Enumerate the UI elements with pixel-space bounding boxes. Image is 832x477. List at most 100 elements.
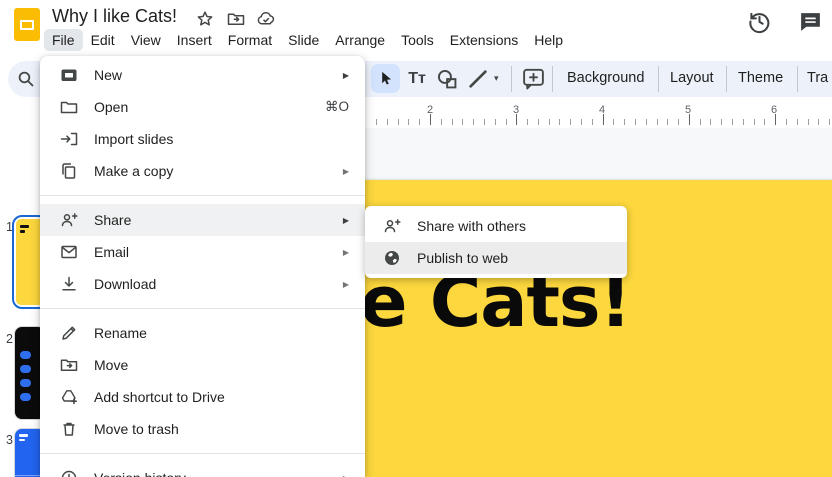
- ruler-tick: [667, 119, 668, 125]
- transition-button[interactable]: Tra: [807, 70, 828, 86]
- menu-item-email[interactable]: Email ▶: [40, 236, 365, 268]
- ruler-tick: [700, 119, 701, 125]
- copy-icon: [60, 162, 78, 180]
- ruler-tick: [657, 119, 658, 125]
- ruler-tick: [808, 119, 809, 125]
- thumb-pill: [20, 365, 31, 373]
- add-comment-button[interactable]: [521, 66, 546, 91]
- shape-tool-button[interactable]: [436, 68, 459, 91]
- submenu-item-publish-to-web[interactable]: Publish to web: [365, 242, 627, 274]
- ruler-tick: [613, 119, 614, 125]
- pencil-icon: [60, 324, 78, 342]
- toolbar-divider: [552, 66, 553, 92]
- ruler-tick: [710, 119, 711, 125]
- menu-extensions[interactable]: Extensions: [442, 29, 526, 51]
- slide-thumbnail-2[interactable]: [14, 326, 40, 420]
- drive-shortcut-icon: [60, 388, 78, 406]
- ruler-tick: [506, 119, 507, 125]
- move-folder-icon: [60, 356, 78, 374]
- menu-item-share[interactable]: Share ▶: [40, 204, 365, 236]
- menu-tools[interactable]: Tools: [393, 29, 442, 51]
- theme-button[interactable]: Theme: [738, 70, 783, 86]
- ruler-tick: [452, 119, 453, 125]
- menu-insert[interactable]: Insert: [169, 29, 220, 51]
- ruler-tick: [408, 119, 409, 125]
- search-icon[interactable]: [16, 69, 35, 88]
- file-menu-dropdown: New ▶ Open ⌘O Import slides Make a copy …: [40, 56, 365, 477]
- thumb-text-mark: [20, 230, 25, 233]
- person-add-icon: [383, 217, 401, 235]
- menu-item-rename[interactable]: Rename: [40, 317, 365, 349]
- google-slides-window: e Cats! 1 2 3 4 W: [0, 0, 832, 477]
- thumb-divider-line: [15, 475, 40, 476]
- menu-help[interactable]: Help: [526, 29, 571, 51]
- menu-view[interactable]: View: [123, 29, 169, 51]
- ruler-tick: [538, 119, 539, 125]
- background-button[interactable]: Background: [567, 70, 644, 86]
- ruler-tick: [678, 119, 679, 125]
- ruler-tick: [592, 119, 593, 125]
- line-tool-button[interactable]: [466, 67, 490, 91]
- slide-thumbnail-1[interactable]: [12, 215, 40, 309]
- folder-icon: [60, 98, 78, 116]
- submenu-item-share-with-others[interactable]: Share with others: [365, 210, 627, 242]
- ruler-tick: [484, 119, 485, 125]
- submenu-arrow-icon: ▶: [343, 248, 349, 257]
- ruler-tick: [549, 119, 550, 125]
- menu-item-open[interactable]: Open ⌘O: [40, 91, 365, 123]
- menu-bar: File Edit View Insert Format Slide Arran…: [44, 29, 571, 51]
- menu-item-make-a-copy[interactable]: Make a copy ▶: [40, 155, 365, 187]
- document-title[interactable]: Why I like Cats!: [52, 6, 177, 27]
- ruler-tick: [581, 119, 582, 125]
- ruler-tick: [462, 119, 463, 125]
- comments-icon[interactable]: [798, 9, 823, 34]
- thumb-text-mark: [19, 434, 28, 437]
- menu-format[interactable]: Format: [220, 29, 280, 51]
- ruler-tick: [387, 119, 388, 125]
- submenu-arrow-icon: ▶: [343, 216, 349, 225]
- menu-item-download[interactable]: Download ▶: [40, 268, 365, 300]
- layout-button[interactable]: Layout: [670, 70, 714, 86]
- toolbar-divider: [511, 66, 512, 92]
- line-dropdown-caret-icon[interactable]: ▾: [494, 73, 499, 84]
- email-icon: [60, 243, 78, 261]
- ruler-number: 4: [599, 104, 605, 116]
- menu-item-move-to-trash[interactable]: Move to trash: [40, 413, 365, 445]
- ruler-tick: [559, 119, 560, 125]
- star-icon[interactable]: [196, 10, 214, 28]
- ruler-tick: [635, 119, 636, 125]
- menu-item-import-slides[interactable]: Import slides: [40, 123, 365, 155]
- menu-item-version-history[interactable]: Version history ▶: [40, 462, 365, 477]
- filmstrip-panel: 1 2 3 4: [0, 98, 40, 477]
- select-tool-button[interactable]: [371, 64, 400, 93]
- ruler-tick: [624, 119, 625, 125]
- menu-slide[interactable]: Slide: [280, 29, 327, 51]
- toolbar-divider: [797, 66, 798, 92]
- thumbnail-1-content: [16, 219, 40, 305]
- ruler-tick: [721, 119, 722, 125]
- menu-file[interactable]: File: [44, 29, 83, 51]
- ruler-tick: [570, 119, 571, 125]
- cloud-saved-icon[interactable]: [256, 10, 277, 28]
- ruler-tick: [398, 119, 399, 125]
- slide-number: 2: [0, 332, 13, 346]
- new-presentation-icon: [60, 66, 78, 84]
- ruler-number: 2: [427, 104, 433, 116]
- menu-item-move[interactable]: Move: [40, 349, 365, 381]
- menu-edit[interactable]: Edit: [83, 29, 123, 51]
- move-folder-icon[interactable]: [227, 10, 245, 28]
- text-tool-button[interactable]: Tᴛ: [404, 66, 430, 92]
- share-submenu: Share with others Publish to web: [365, 206, 627, 278]
- ruler-tick: [441, 119, 442, 125]
- menu-item-add-shortcut-to-drive[interactable]: Add shortcut to Drive: [40, 381, 365, 413]
- ruler-tick: [818, 119, 819, 125]
- slides-logo-icon[interactable]: [14, 8, 40, 41]
- slide-thumbnail-3[interactable]: [14, 428, 40, 477]
- menu-arrange[interactable]: Arrange: [327, 29, 393, 51]
- menu-item-new[interactable]: New ▶: [40, 59, 365, 91]
- import-slides-icon: [60, 130, 78, 148]
- thumb-pill: [20, 393, 31, 401]
- ruler-tick: [527, 119, 528, 125]
- ruler-tick: [732, 119, 733, 125]
- version-history-icon[interactable]: [746, 8, 773, 35]
